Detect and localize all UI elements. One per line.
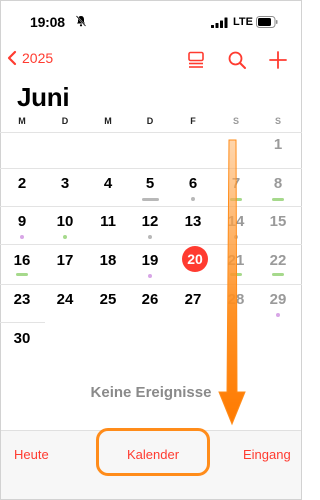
day-cell[interactable]: 21 xyxy=(221,252,251,269)
day-cell[interactable]: 27 xyxy=(178,291,208,308)
week-divider xyxy=(0,132,302,133)
inbox-button[interactable]: Eingang xyxy=(243,447,291,462)
weekday-label: S xyxy=(274,116,281,126)
day-cell[interactable]: 12 xyxy=(135,213,165,230)
event-indicator xyxy=(234,235,238,239)
weekday-label: D xyxy=(146,116,154,126)
plus-icon[interactable] xyxy=(268,50,288,70)
event-indicator xyxy=(148,274,152,278)
battery-icon xyxy=(256,16,278,28)
status-bar: 19:08 LTE xyxy=(0,0,302,44)
chevron-left-icon xyxy=(7,50,17,66)
event-indicator xyxy=(230,273,242,276)
day-cell[interactable]: 4 xyxy=(93,175,123,192)
back-label: 2025 xyxy=(22,50,54,66)
search-icon[interactable] xyxy=(227,50,247,70)
day-cell[interactable]: 30 xyxy=(7,330,37,347)
day-cell[interactable]: 1 xyxy=(263,136,293,153)
day-cell[interactable]: 13 xyxy=(178,213,208,230)
day-cell[interactable]: 24 xyxy=(50,291,80,308)
weekday-label: D xyxy=(61,116,69,126)
day-cell[interactable]: 28 xyxy=(221,291,251,308)
day-cell[interactable]: 22 xyxy=(263,252,293,269)
day-cell[interactable]: 11 xyxy=(93,213,123,230)
day-cell[interactable]: 6 xyxy=(178,175,208,192)
day-cell[interactable]: 10 xyxy=(50,213,80,230)
nav-bar: 2025 xyxy=(0,44,302,76)
day-cell[interactable]: 18 xyxy=(93,252,123,269)
today-button[interactable]: Heute xyxy=(14,447,49,462)
annotation-highlight-box xyxy=(96,428,210,476)
weekday-label: S xyxy=(232,116,239,126)
signal-icon xyxy=(211,17,228,28)
weekday-header: M D M D F S S xyxy=(0,116,302,130)
day-cell[interactable]: 9 xyxy=(7,213,37,230)
day-cell[interactable]: 3 xyxy=(50,175,80,192)
day-cell[interactable]: 14 xyxy=(221,213,251,230)
event-indicator xyxy=(148,235,152,239)
week-divider xyxy=(0,322,45,323)
day-cell[interactable]: 23 xyxy=(7,291,37,308)
event-indicator xyxy=(63,235,67,239)
day-cell[interactable]: 15 xyxy=(263,213,293,230)
day-cell[interactable]: 7 xyxy=(221,175,251,192)
back-to-year-button[interactable]: 2025 xyxy=(6,50,53,66)
event-indicator xyxy=(272,273,284,276)
weekday-label: M xyxy=(18,116,26,126)
weekday-label: F xyxy=(190,116,196,126)
day-cell[interactable]: 8 xyxy=(263,175,293,192)
event-indicator xyxy=(276,313,280,317)
month-title: Juni xyxy=(17,82,70,112)
week-divider xyxy=(0,244,302,245)
event-indicator xyxy=(142,198,159,201)
event-indicator xyxy=(16,273,28,276)
event-indicator xyxy=(230,198,242,201)
status-time: 19:08 xyxy=(30,14,65,30)
day-cell[interactable]: 26 xyxy=(135,291,165,308)
week-divider xyxy=(0,206,302,207)
today-marker[interactable]: 20 xyxy=(182,246,208,272)
day-cell[interactable]: 5 xyxy=(135,175,165,192)
week-divider xyxy=(0,284,302,285)
event-indicator xyxy=(20,235,24,239)
day-cell[interactable]: 2 xyxy=(7,175,37,192)
day-cell[interactable]: 19 xyxy=(135,252,165,269)
list-view-icon[interactable] xyxy=(186,50,206,70)
day-cell[interactable]: 16 xyxy=(7,252,37,269)
empty-state-label: Keine Ereignisse xyxy=(90,384,212,401)
day-cell[interactable]: 17 xyxy=(50,252,80,269)
week-divider xyxy=(0,168,302,169)
day-cell[interactable]: 29 xyxy=(263,291,293,308)
bell-slash-icon xyxy=(75,15,87,27)
event-indicator xyxy=(191,197,195,201)
network-label: LTE xyxy=(233,16,253,28)
weekday-label: M xyxy=(104,116,112,126)
day-cell[interactable]: 25 xyxy=(93,291,123,308)
month-grid: 1 2 3 4 5 6 7 8 9 10 11 12 13 14 15 16 1… xyxy=(0,132,302,364)
event-indicator xyxy=(272,198,284,201)
